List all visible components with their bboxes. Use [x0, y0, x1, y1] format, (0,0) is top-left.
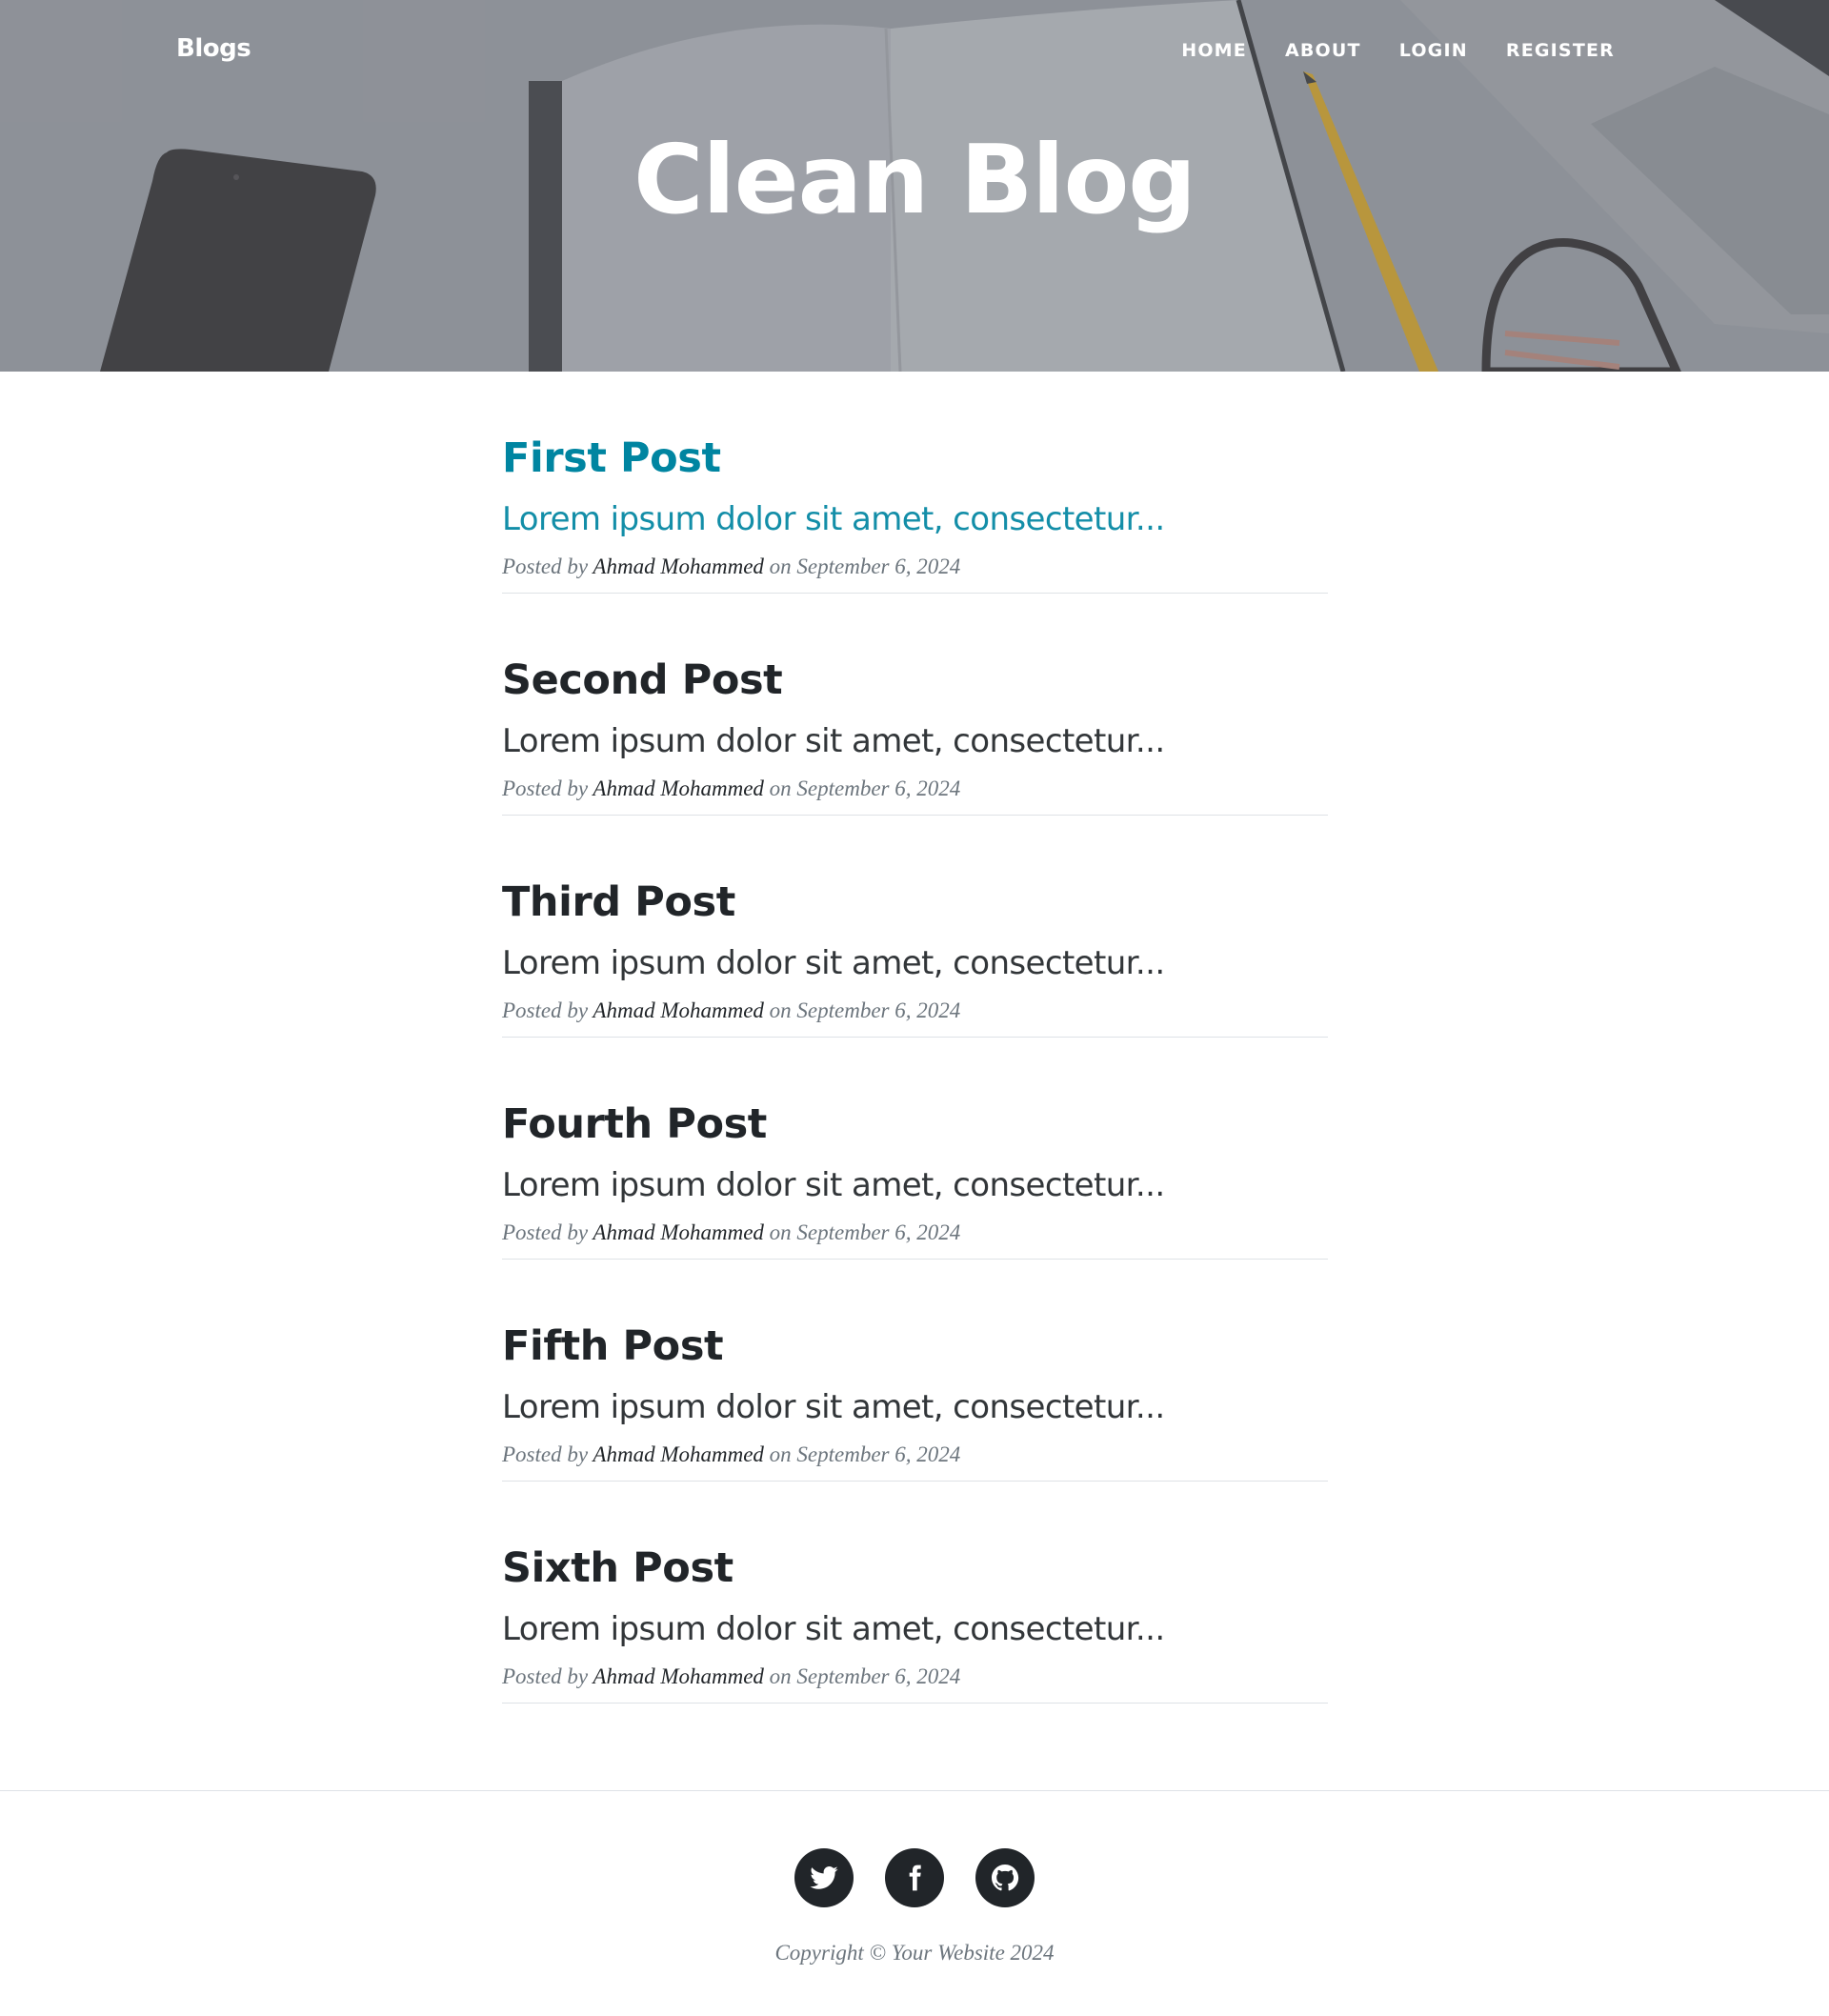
author-link[interactable]: Ahmad Mohammed [593, 776, 764, 800]
navbar: Blogs HOME ABOUT LOGIN REGISTER [0, 0, 1829, 105]
author-link[interactable]: Ahmad Mohammed [593, 1442, 764, 1466]
masthead: Blogs HOME ABOUT LOGIN REGISTER Clean Bl… [0, 0, 1829, 372]
post-date: September 6, 2024 [796, 1664, 961, 1688]
post-subtitle[interactable]: Lorem ipsum dolor sit amet, consectetur.… [502, 1388, 1165, 1426]
post-title-link[interactable]: Second Post [502, 656, 783, 704]
posted-by-label: Posted by [502, 776, 589, 800]
copyright-text: Copyright © Your Website 2024 [774, 1941, 1055, 1965]
post-meta: Posted by Ahmad Mohammed on September 6,… [502, 554, 960, 579]
post-preview: Fourth Post Lorem ipsum dolor sit amet, … [502, 1038, 1328, 1260]
author-link[interactable]: Ahmad Mohammed [593, 1220, 764, 1244]
post-subtitle[interactable]: Lorem ipsum dolor sit amet, consectetur.… [502, 500, 1165, 538]
post-subtitle[interactable]: Lorem ipsum dolor sit amet, consectetur.… [502, 1166, 1165, 1204]
post-title-link[interactable]: Third Post [502, 878, 735, 926]
posted-by-label: Posted by [502, 1442, 589, 1466]
post-meta: Posted by Ahmad Mohammed on September 6,… [502, 1220, 960, 1245]
post-date: September 6, 2024 [796, 998, 961, 1022]
github-icon [992, 1865, 1019, 1891]
facebook-button[interactable] [885, 1848, 944, 1907]
on-label: on [769, 1442, 792, 1466]
nav-links: HOME ABOUT LOGIN REGISTER [1181, 40, 1615, 61]
post-title-link[interactable]: Fifth Post [502, 1322, 724, 1370]
post-date: September 6, 2024 [796, 554, 961, 578]
post-preview: Second Post Lorem ipsum dolor sit amet, … [502, 594, 1328, 816]
post-title-link[interactable]: Sixth Post [502, 1544, 734, 1592]
post-subtitle[interactable]: Lorem ipsum dolor sit amet, consectetur.… [502, 1610, 1165, 1648]
post-subtitle[interactable]: Lorem ipsum dolor sit amet, consectetur.… [502, 944, 1165, 982]
post-meta: Posted by Ahmad Mohammed on September 6,… [502, 998, 960, 1023]
post-preview: Fifth Post Lorem ipsum dolor sit amet, c… [502, 1260, 1328, 1482]
nav-about-link[interactable]: ABOUT [1285, 40, 1361, 61]
author-link[interactable]: Ahmad Mohammed [593, 998, 764, 1022]
on-label: on [769, 998, 792, 1022]
posted-by-label: Posted by [502, 1664, 589, 1688]
posted-by-label: Posted by [502, 998, 589, 1022]
nav-register-link[interactable]: REGISTER [1506, 40, 1615, 61]
post-meta: Posted by Ahmad Mohammed on September 6,… [502, 776, 960, 801]
on-label: on [769, 1664, 792, 1688]
post-title-link[interactable]: Fourth Post [502, 1100, 767, 1148]
post-date: September 6, 2024 [796, 1220, 961, 1244]
post-title-link[interactable]: First Post [502, 434, 721, 482]
post-list: First Post Lorem ipsum dolor sit amet, c… [502, 372, 1328, 1704]
brand-link[interactable]: Blogs [176, 34, 251, 63]
site-heading: Clean Blog [633, 124, 1196, 235]
post-date: September 6, 2024 [796, 1442, 961, 1466]
social-links [0, 1848, 1829, 1907]
footer: Copyright © Your Website 2024 [0, 1790, 1829, 2016]
github-button[interactable] [975, 1848, 1035, 1907]
posted-by-label: Posted by [502, 1220, 589, 1244]
post-subtitle[interactable]: Lorem ipsum dolor sit amet, consectetur.… [502, 722, 1165, 760]
on-label: on [769, 776, 792, 800]
on-label: on [769, 554, 792, 578]
post-preview: First Post Lorem ipsum dolor sit amet, c… [502, 372, 1328, 594]
post-preview: Third Post Lorem ipsum dolor sit amet, c… [502, 816, 1328, 1038]
post-date: September 6, 2024 [796, 776, 961, 800]
nav-home-link[interactable]: HOME [1181, 40, 1247, 61]
post-meta: Posted by Ahmad Mohammed on September 6,… [502, 1664, 960, 1689]
facebook-icon [909, 1865, 921, 1891]
twitter-icon [810, 1866, 838, 1889]
nav-login-link[interactable]: LOGIN [1399, 40, 1468, 61]
posted-by-label: Posted by [502, 554, 589, 578]
twitter-button[interactable] [794, 1848, 854, 1907]
post-meta: Posted by Ahmad Mohammed on September 6,… [502, 1442, 960, 1467]
on-label: on [769, 1220, 792, 1244]
post-preview: Sixth Post Lorem ipsum dolor sit amet, c… [502, 1482, 1328, 1704]
author-link[interactable]: Ahmad Mohammed [593, 1664, 764, 1688]
author-link[interactable]: Ahmad Mohammed [593, 554, 764, 578]
